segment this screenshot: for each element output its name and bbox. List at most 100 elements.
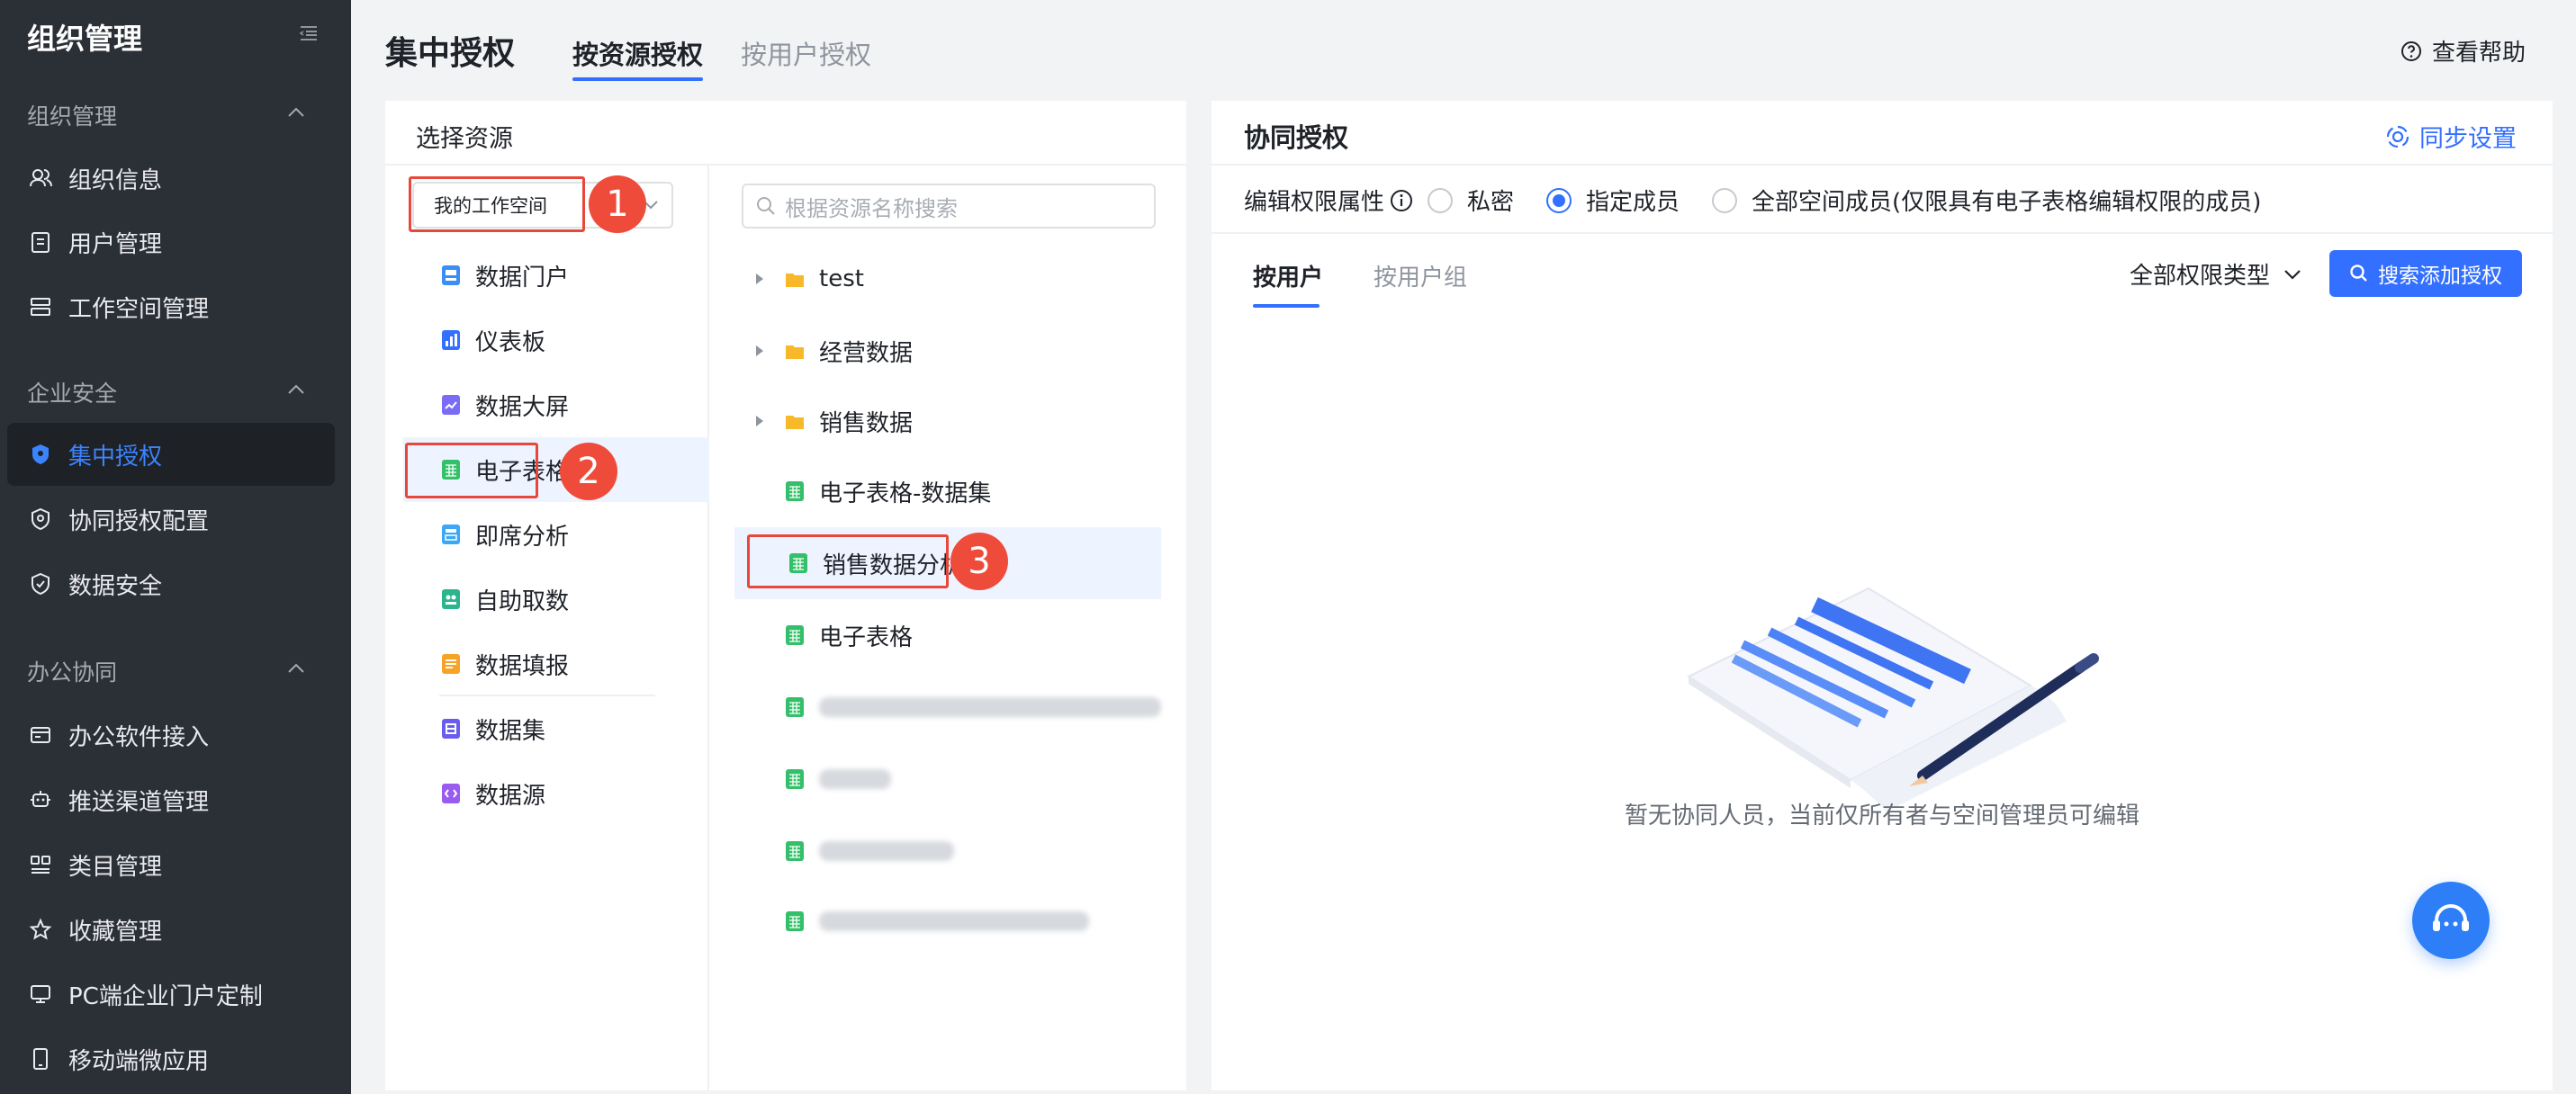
caret-right-icon[interactable] (756, 274, 763, 284)
caret-right-icon[interactable] (756, 345, 763, 356)
permission-type-dropdown[interactable]: 全部权限类型 (2130, 257, 2302, 291)
headset-icon (2433, 904, 2469, 931)
resource-type-datasource[interactable]: 数据源 (403, 761, 700, 826)
resource-panel: 选择资源 我的工作空间 1 数据门户 仪表板 数据大屏 电子表格 2 即席分析 … (385, 101, 1186, 1090)
info-icon[interactable] (1390, 189, 1413, 212)
radio-specified-members[interactable] (1546, 187, 1572, 213)
big-screen-icon (442, 395, 460, 415)
tree-sheet-spreadsheet[interactable]: 电子表格 (731, 599, 1163, 671)
step-badge-1: 1 (589, 175, 646, 233)
mobile-icon (29, 1047, 52, 1071)
sidebar-item-org-info[interactable]: 组织信息 (7, 147, 335, 210)
resource-search-input[interactable]: 根据资源名称搜索 (742, 184, 1156, 229)
data-portal-icon (442, 265, 460, 285)
redacted-label (819, 769, 891, 789)
sidebar-section-org[interactable]: 组织管理 (27, 99, 117, 131)
resource-type-self-service[interactable]: 自助取数 (403, 567, 700, 632)
tree-item-label: 电子表格-数据集 (819, 480, 992, 507)
sidebar-item-office-software[interactable]: 办公软件接入 (7, 704, 335, 767)
permission-type-value: 全部权限类型 (2130, 263, 2271, 290)
tree-sheet-dataset[interactable]: 电子表格-数据集 (731, 455, 1163, 527)
chevron-up-icon[interactable] (286, 106, 306, 119)
sidebar-item-label: 移动端微应用 (68, 1047, 210, 1075)
help-label: 查看帮助 (2431, 40, 2526, 67)
divider (707, 166, 709, 1090)
sync-settings-label: 同步设置 (2419, 125, 2517, 153)
sidebar-item-data-security[interactable]: 数据安全 (7, 552, 335, 615)
search-add-auth-button[interactable]: 搜索添加授权 (2329, 250, 2522, 297)
sync-settings-link[interactable]: 同步设置 (2385, 119, 2517, 154)
sidebar-item-user-management[interactable]: 用户管理 (7, 211, 335, 274)
chevron-up-icon[interactable] (286, 383, 306, 396)
tree-folder-test[interactable]: test (731, 243, 1163, 315)
tree-sheet-blurred[interactable] (731, 743, 1163, 815)
chevron-up-icon[interactable] (286, 662, 306, 675)
chevron-down-icon (2284, 269, 2301, 280)
resource-type-label: 即席分析 (475, 523, 570, 551)
shield-icon (29, 443, 52, 466)
category-icon (29, 853, 52, 876)
step-badge-2: 2 (560, 443, 617, 500)
highlight-box-3 (747, 534, 949, 588)
sidebar-title: 组织管理 (27, 22, 143, 56)
sidebar-item-label: 办公软件接入 (68, 723, 210, 751)
sidebar-section-office[interactable]: 办公协同 (27, 655, 117, 687)
resource-type-dashboard[interactable]: 仪表板 (403, 308, 700, 372)
server-icon (29, 295, 52, 318)
shield-gear-icon (29, 507, 52, 531)
tree-item-label: test (819, 265, 864, 292)
resource-type-portal[interactable]: 数据门户 (403, 243, 700, 308)
folder-icon (786, 274, 804, 287)
spreadsheet-icon (786, 841, 804, 861)
bar-chart-icon (442, 330, 460, 350)
sidebar-item-mobile-app[interactable]: 移动端微应用 (7, 1027, 335, 1090)
help-link[interactable]: 查看帮助 (2400, 34, 2526, 67)
radio-all-label: 全部空间成员(仅限具有电子表格编辑权限的成员) (1752, 189, 2262, 216)
collapse-menu-icon[interactable] (297, 22, 320, 45)
subtab-by-user[interactable]: 按用户 (1253, 259, 1323, 292)
assistant-chat-button[interactable] (2412, 882, 2490, 959)
tree-folder-business[interactable]: 经营数据 (731, 315, 1163, 387)
resource-type-dataset[interactable]: 数据集 (403, 696, 700, 761)
tree-folder-sales[interactable]: 销售数据 (731, 385, 1163, 457)
subtab-by-user-group[interactable]: 按用户组 (1374, 259, 1467, 292)
resource-type-adhoc[interactable]: 即席分析 (403, 502, 700, 567)
sidebar-item-label: PC端企业门户定制 (68, 982, 263, 1010)
redacted-label (819, 911, 1089, 931)
tab-by-resource[interactable]: 按资源授权 (572, 34, 703, 72)
tree-item-label: 电子表格 (819, 623, 914, 651)
spreadsheet-icon (786, 911, 804, 931)
collab-auth-title: 协同授权 (1244, 122, 1349, 153)
sidebar-item-label: 协同授权配置 (68, 507, 210, 535)
sidebar-item-label: 类目管理 (68, 853, 163, 881)
sidebar-item-category[interactable]: 类目管理 (7, 833, 335, 896)
resource-type-label: 数据填报 (475, 652, 570, 680)
tree-sheet-blurred[interactable] (731, 885, 1163, 957)
radio-private[interactable] (1428, 187, 1454, 213)
sidebar-item-pc-portal[interactable]: PC端企业门户定制 (7, 963, 335, 1026)
tab-by-user[interactable]: 按用户授权 (741, 34, 871, 72)
sidebar-item-collab-auth-config[interactable]: 协同授权配置 (7, 488, 335, 551)
tree-item-label: 经营数据 (819, 339, 914, 367)
resource-type-big-screen[interactable]: 数据大屏 (403, 372, 700, 437)
folder-card-icon (29, 723, 52, 747)
page-title: 集中授权 (385, 35, 516, 72)
resource-panel-title: 选择资源 (416, 125, 513, 153)
sidebar-item-push-channel[interactable]: 推送渠道管理 (7, 768, 335, 831)
data-fill-icon (442, 654, 460, 674)
caret-right-icon[interactable] (756, 416, 763, 426)
sidebar-item-label: 收藏管理 (68, 918, 163, 946)
adhoc-analysis-icon (442, 525, 460, 544)
tree-sheet-blurred[interactable] (731, 671, 1163, 743)
subtab-active-indicator (1253, 304, 1320, 308)
tree-sheet-blurred[interactable] (731, 815, 1163, 887)
sidebar-item-central-auth[interactable]: 集中授权 (7, 423, 335, 486)
divider (1211, 232, 2553, 234)
sidebar-item-workspace-management[interactable]: 工作空间管理 (7, 275, 335, 338)
highlight-box-2 (405, 443, 538, 498)
sidebar-section-security[interactable]: 企业安全 (27, 376, 117, 408)
radio-specified-label: 指定成员 (1586, 189, 1680, 216)
sidebar-item-favorites[interactable]: 收藏管理 (7, 898, 335, 961)
resource-type-data-fill[interactable]: 数据填报 (403, 632, 700, 696)
radio-all-members[interactable] (1712, 187, 1738, 213)
